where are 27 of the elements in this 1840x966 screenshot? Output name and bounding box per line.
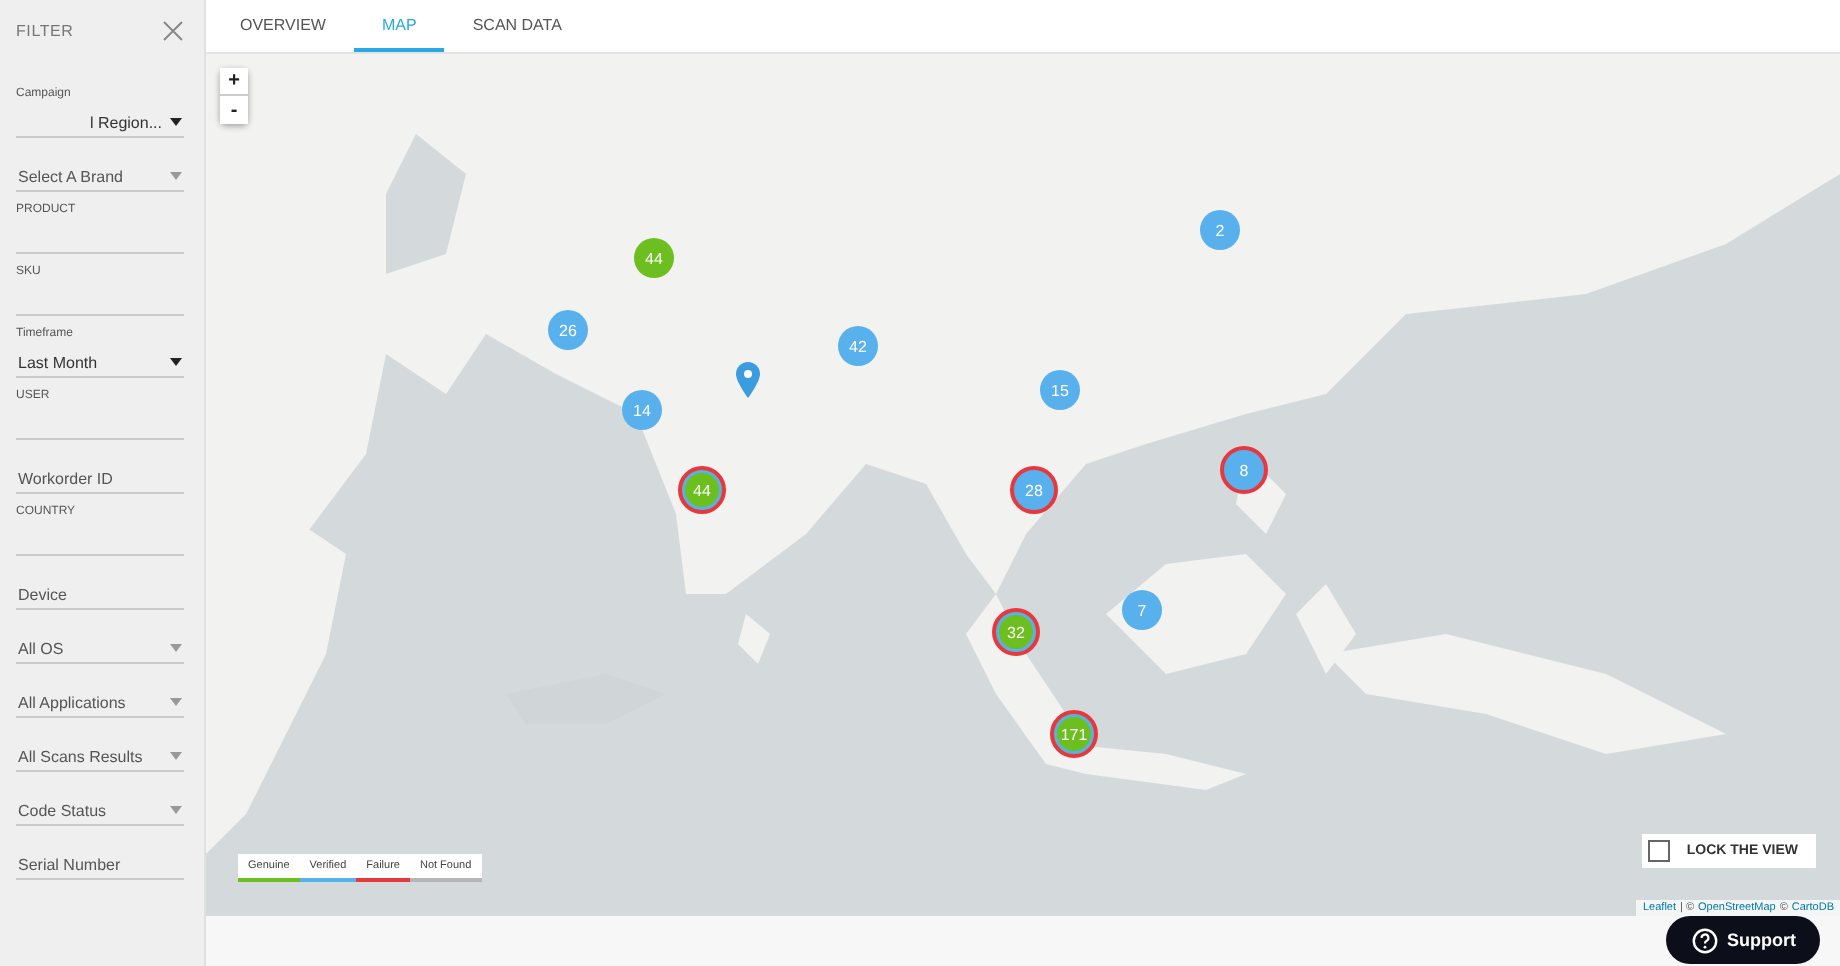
caret-icon bbox=[170, 806, 182, 814]
caret-icon bbox=[170, 118, 182, 126]
zoom-out-button[interactable]: - bbox=[220, 96, 248, 124]
dropdown[interactable]: l Region... bbox=[16, 108, 184, 138]
caret-icon bbox=[170, 358, 182, 366]
support-button[interactable]: Support bbox=[1665, 916, 1820, 964]
dropdown[interactable]: Last Month bbox=[16, 348, 184, 378]
dropdown[interactable]: All OS bbox=[16, 634, 184, 664]
input-field[interactable]: Serial Number bbox=[16, 850, 184, 880]
caret-icon bbox=[170, 644, 182, 652]
caret-icon bbox=[170, 698, 182, 706]
dropdown[interactable]: All Scans Results bbox=[16, 742, 184, 772]
caret-icon bbox=[170, 752, 182, 760]
caret-icon bbox=[170, 172, 182, 180]
dropdown[interactable]: Select A Brand bbox=[16, 162, 184, 192]
zoom-in-button[interactable]: + bbox=[220, 68, 248, 96]
dropdown[interactable]: Code Status bbox=[16, 796, 184, 826]
close-button[interactable] bbox=[162, 19, 184, 41]
dropdown[interactable]: All Applications bbox=[16, 688, 184, 718]
checkbox[interactable] bbox=[1648, 840, 1671, 862]
map-pin-icon[interactable] bbox=[736, 362, 760, 398]
input-field[interactable]: Device bbox=[16, 580, 184, 610]
tab[interactable]: OVERVIEW bbox=[212, 0, 354, 52]
input-field[interactable]: Workorder ID bbox=[16, 464, 184, 494]
filter-title: FILTER bbox=[16, 21, 74, 39]
tab[interactable]: SCAN DATA bbox=[444, 0, 590, 52]
help-icon bbox=[1691, 927, 1717, 953]
